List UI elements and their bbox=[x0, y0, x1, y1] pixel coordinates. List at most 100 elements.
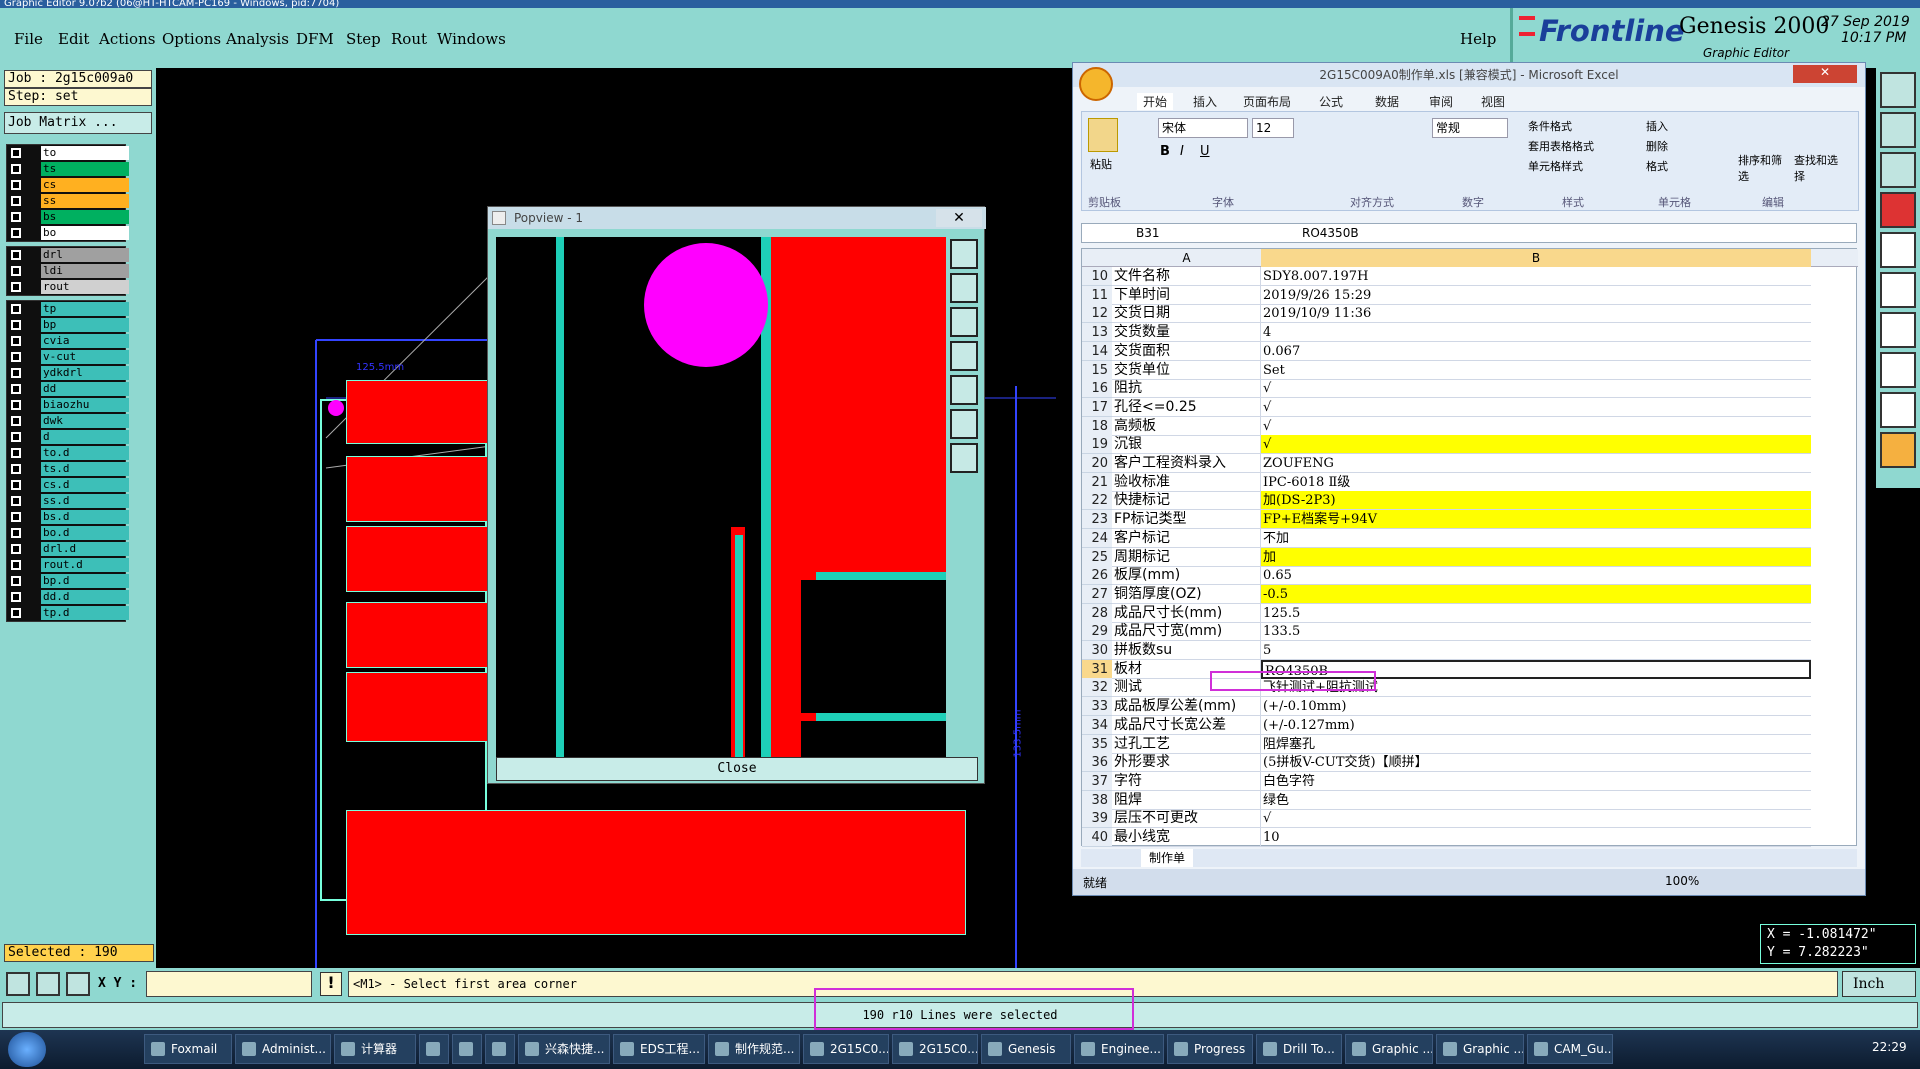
tool-pointer-icon[interactable] bbox=[6, 972, 30, 996]
start-button-icon[interactable] bbox=[8, 1032, 46, 1067]
layer-name[interactable]: ss.d bbox=[41, 494, 129, 508]
formula-input[interactable]: RO4350B bbox=[1302, 225, 1359, 241]
taskbar-item[interactable] bbox=[452, 1034, 482, 1064]
layer-row-bs.d[interactable]: bs.d bbox=[7, 509, 129, 525]
layer-checkbox[interactable] bbox=[11, 448, 21, 458]
row-header[interactable]: 35 bbox=[1082, 734, 1112, 754]
popview-pan-right-button[interactable] bbox=[950, 375, 978, 405]
popview-close-button[interactable]: Close bbox=[496, 757, 978, 781]
cell-a[interactable]: 阻焊 bbox=[1112, 790, 1261, 810]
taskbar-item[interactable]: 2G15C0... bbox=[892, 1034, 978, 1064]
layer-name[interactable]: to.d bbox=[41, 446, 129, 460]
layer-name[interactable]: dd.d bbox=[41, 590, 129, 604]
popview-close-icon[interactable]: ✕ bbox=[936, 209, 982, 227]
layer-name[interactable]: dd bbox=[41, 382, 129, 396]
layer-row-tp[interactable]: tp bbox=[7, 301, 129, 317]
cell-b[interactable]: 5 bbox=[1261, 641, 1811, 660]
tool-s-icon[interactable] bbox=[1880, 112, 1916, 148]
layer-name[interactable]: bs bbox=[41, 210, 129, 224]
layer-row-drl.d[interactable]: drl.d bbox=[7, 541, 129, 557]
taskbar-item[interactable]: Graphic ... bbox=[1345, 1034, 1433, 1064]
layer-name[interactable]: bs.d bbox=[41, 510, 129, 524]
layer-row-dd[interactable]: dd bbox=[7, 381, 129, 397]
row-header[interactable]: 21 bbox=[1082, 472, 1112, 492]
cell-a[interactable]: 高频板 bbox=[1112, 416, 1261, 436]
layer-row-ldi[interactable]: ldi bbox=[7, 263, 129, 279]
cell-b[interactable]: SDY8.007.197H bbox=[1261, 267, 1811, 286]
conditional-format-button[interactable]: 条件格式 bbox=[1528, 118, 1572, 134]
popview-pan-left-button[interactable] bbox=[950, 341, 978, 371]
ribbon-tab-home[interactable]: 开始 bbox=[1137, 93, 1174, 110]
excel-close-icon[interactable]: ✕ bbox=[1793, 65, 1857, 83]
row-header[interactable]: 18 bbox=[1082, 416, 1112, 436]
cell-a[interactable]: 成品尺寸宽(mm) bbox=[1112, 622, 1261, 642]
cell-a[interactable]: 文件名称 bbox=[1112, 267, 1261, 286]
taskbar-item[interactable]: 2G15C0... bbox=[803, 1034, 889, 1064]
layer-row-to[interactable]: to bbox=[7, 145, 129, 161]
cell-a[interactable]: 字符 bbox=[1112, 771, 1261, 791]
row-header[interactable]: 37 bbox=[1082, 771, 1112, 791]
row-header[interactable]: 23 bbox=[1082, 510, 1112, 530]
cell-b[interactable]: 不加 bbox=[1261, 529, 1811, 548]
layer-row-ydkdrl[interactable]: ydkdrl bbox=[7, 365, 129, 381]
cell-style-button[interactable]: 单元格样式 bbox=[1528, 158, 1583, 174]
cell-a[interactable]: 孔径<=0.25 bbox=[1112, 397, 1261, 417]
taskbar-item[interactable]: Administ... bbox=[235, 1034, 331, 1064]
menu-help[interactable]: Help bbox=[1460, 30, 1496, 48]
layer-row-bo.d[interactable]: bo.d bbox=[7, 525, 129, 541]
cell-b[interactable]: √ bbox=[1261, 809, 1811, 829]
row-header[interactable]: 31 bbox=[1082, 659, 1112, 679]
tool-arc-icon[interactable] bbox=[1880, 392, 1916, 428]
taskbar-item[interactable]: Drill To... bbox=[1256, 1034, 1342, 1064]
ribbon-tab-view[interactable]: 视图 bbox=[1481, 93, 1505, 110]
tool-help-icon[interactable] bbox=[1880, 152, 1916, 188]
row-header[interactable]: 11 bbox=[1082, 285, 1112, 305]
cell-a[interactable]: 验收标准 bbox=[1112, 472, 1261, 492]
layer-name[interactable]: dwk bbox=[41, 414, 129, 428]
layer-name[interactable]: cs.d bbox=[41, 478, 129, 492]
cell-b[interactable]: 125.5 bbox=[1261, 604, 1811, 623]
taskbar-item[interactable]: EDS工程... bbox=[613, 1034, 705, 1064]
layer-row-dwk[interactable]: dwk bbox=[7, 413, 129, 429]
xy-input[interactable] bbox=[146, 971, 312, 997]
layer-name[interactable]: biaozhu bbox=[41, 398, 129, 412]
layer-name[interactable]: ts bbox=[41, 162, 129, 176]
layer-row-bo[interactable]: bo bbox=[7, 225, 129, 241]
layer-row-dd.d[interactable]: dd.d bbox=[7, 589, 129, 605]
taskbar-item[interactable] bbox=[419, 1034, 449, 1064]
popview-zoom-out-button[interactable] bbox=[950, 443, 978, 473]
popview-zoom-fit-button[interactable] bbox=[950, 239, 978, 269]
layer-checkbox[interactable] bbox=[11, 544, 21, 554]
sort-filter-button[interactable]: 排序和筛选 bbox=[1738, 152, 1788, 184]
layer-checkbox[interactable] bbox=[11, 336, 21, 346]
taskbar-item[interactable]: Foxmail bbox=[144, 1034, 232, 1064]
paste-icon[interactable] bbox=[1088, 118, 1118, 152]
cell-b[interactable]: ZOUFENG bbox=[1261, 454, 1811, 473]
layer-checkbox[interactable] bbox=[11, 512, 21, 522]
menu-analysis[interactable]: Analysis bbox=[226, 30, 289, 48]
cell-a[interactable]: 最小线宽 bbox=[1112, 828, 1261, 847]
ribbon-tab-insert[interactable]: 插入 bbox=[1193, 93, 1217, 110]
row-header[interactable]: 26 bbox=[1082, 566, 1112, 586]
layer-checkbox[interactable] bbox=[11, 496, 21, 506]
layer-checkbox[interactable] bbox=[11, 384, 21, 394]
sheet-tab[interactable]: 制作单 bbox=[1141, 849, 1194, 867]
cell-b[interactable]: 加(DS-2P3) bbox=[1261, 491, 1811, 511]
tool-window-icon[interactable] bbox=[1880, 72, 1916, 108]
layer-checkbox[interactable] bbox=[11, 148, 21, 158]
row-header[interactable]: 12 bbox=[1082, 304, 1112, 324]
menu-edit[interactable]: Edit bbox=[58, 30, 89, 48]
row-header[interactable]: 13 bbox=[1082, 323, 1112, 343]
layer-row-to.d[interactable]: to.d bbox=[7, 445, 129, 461]
layer-checkbox[interactable] bbox=[11, 180, 21, 190]
cell-a[interactable]: 交货日期 bbox=[1112, 304, 1261, 324]
layer-checkbox[interactable] bbox=[11, 480, 21, 490]
tool-route-icon[interactable] bbox=[1880, 272, 1916, 308]
cell-b[interactable]: 0.65 bbox=[1261, 566, 1811, 586]
layer-checkbox[interactable] bbox=[11, 164, 21, 174]
tool-grid-icon[interactable] bbox=[66, 972, 90, 996]
layer-name[interactable]: ts.d bbox=[41, 462, 129, 476]
cell-a[interactable]: FP标记类型 bbox=[1112, 510, 1261, 530]
layer-row-cvia[interactable]: cvia bbox=[7, 333, 129, 349]
cell-b[interactable]: 2019/10/9 11:36 bbox=[1261, 304, 1811, 324]
